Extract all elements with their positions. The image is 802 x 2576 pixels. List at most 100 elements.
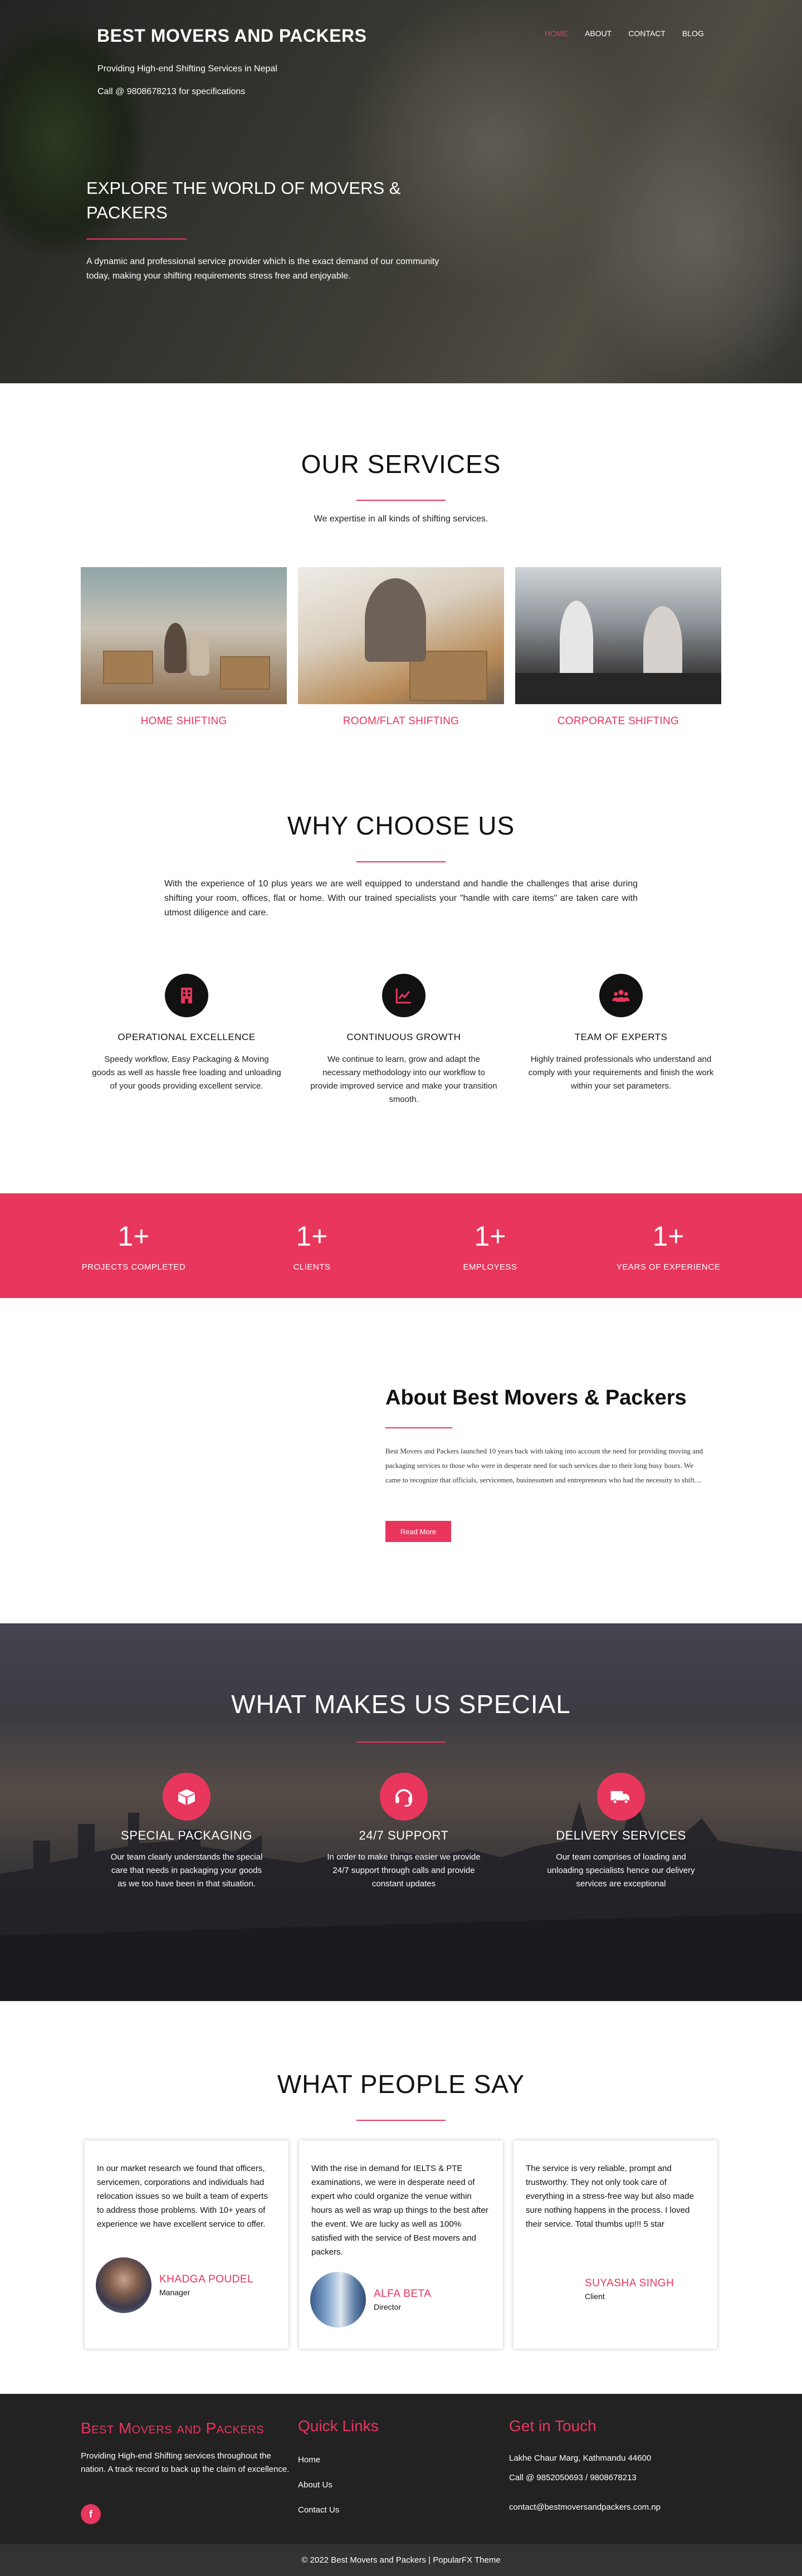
service-image-room: [298, 567, 504, 704]
services-divider: [356, 500, 446, 501]
nav-blog[interactable]: BLOG: [682, 29, 704, 38]
box-icon: [163, 1773, 211, 1821]
about-text: Best Movers and Packers launched 10 year…: [385, 1447, 703, 1484]
footer-email[interactable]: contact@bestmoversandpackers.com.np: [509, 2502, 661, 2512]
why-title: WHY CHOOSE US: [287, 811, 515, 840]
site-title[interactable]: BEST MOVERS AND PACKERS: [97, 26, 366, 46]
special-item-title: DELIVERY SERVICES: [556, 1828, 686, 1842]
read-more-button[interactable]: Read More: [385, 1521, 451, 1542]
chart-line-icon: [382, 974, 426, 1017]
testimonial-card: With the rise in demand for IELTS & PTE …: [299, 2140, 503, 2349]
main-nav: HOME ABOUT CONTACT BLOG: [545, 29, 704, 38]
special-packaging: SPECIAL PACKAGING Our team clearly under…: [84, 1773, 290, 1891]
special-item-title: SPECIAL PACKAGING: [121, 1828, 252, 1842]
stat-label: EMPLOYESS: [463, 1262, 517, 1272]
testimonial-person: SUYASHA SINGH Client: [585, 2277, 674, 2301]
testimonials-divider: [356, 2120, 446, 2121]
hero-divider: [86, 238, 187, 240]
users-icon: [599, 974, 643, 1017]
service-label-home[interactable]: HOME SHIFTING: [81, 715, 287, 728]
person-name: KHADGA POUDEL: [159, 2273, 254, 2285]
service-label-room[interactable]: ROOM/FLAT SHIFTING: [298, 715, 504, 728]
features-grid: OPERATIONAL EXCELLENCE Speedy workflow, …: [84, 974, 724, 1106]
about-title: About Best Movers & Packers: [385, 1386, 687, 1409]
testimonial-text: In our market research we found that off…: [97, 2164, 268, 2229]
stat-projects: 1+ PROJECTS COMPLETED: [61, 1220, 206, 1272]
truck-icon: [597, 1773, 645, 1821]
special-grid: SPECIAL PACKAGING Our team clearly under…: [84, 1773, 724, 1891]
site-phone: Call @ 9808678213 for specifications: [97, 87, 246, 96]
footer-address: Lakhe Chaur Marg, Kathmandu 44600: [509, 2453, 652, 2463]
special-support: 24/7 SUPPORT In order to make things eas…: [301, 1773, 507, 1891]
testimonials-title: WHAT PEOPLE SAY: [277, 2070, 525, 2099]
special-item-text: In order to make things easier we provid…: [327, 1852, 481, 1889]
stat-label: PROJECTS COMPLETED: [81, 1262, 186, 1272]
person-role: Manager: [159, 2288, 190, 2297]
special-title: WHAT MAKES US SPECIAL: [231, 1690, 571, 1719]
stat-label: CLIENTS: [293, 1262, 331, 1272]
service-card-corporate[interactable]: CORPORATE SHIFTING: [515, 567, 721, 728]
feature-growth: CONTINUOUS GROWTH We continue to learn, …: [301, 974, 507, 1106]
nav-home[interactable]: HOME: [545, 29, 568, 38]
services-title: OUR SERVICES: [301, 450, 501, 479]
services-section: OUR SERVICES We expertise in all kinds o…: [0, 383, 802, 773]
site-tagline: Providing High-end Shifting Services in …: [97, 64, 277, 74]
person-role: Client: [585, 2292, 605, 2301]
feature-operational: OPERATIONAL EXCELLENCE Speedy workflow, …: [84, 974, 290, 1106]
service-card-home[interactable]: HOME SHIFTING: [81, 567, 287, 728]
service-label-corporate[interactable]: CORPORATE SHIFTING: [515, 715, 721, 728]
feature-title: TEAM OF EXPERTS: [574, 1032, 668, 1042]
testimonial-text: The service is very reliable, prompt and…: [526, 2164, 694, 2229]
feature-team: TEAM OF EXPERTS Highly trained professio…: [518, 974, 724, 1106]
feature-text: Highly trained professionals who underst…: [528, 1055, 714, 1091]
footer-phones: Call @ 9852050693 / 9808678213: [509, 2473, 637, 2482]
footer-brand: Best Movers and Packers: [81, 2419, 264, 2437]
nav-contact[interactable]: CONTACT: [628, 29, 666, 38]
copyright-bar: © 2022 Best Movers and Packers | Popular…: [0, 2544, 802, 2576]
person-role: Director: [374, 2302, 402, 2311]
testimonial-card: The service is very reliable, prompt and…: [514, 2140, 717, 2349]
building-icon: [165, 974, 208, 1017]
service-image-corporate: [515, 567, 721, 704]
stat-label: YEARS OF EXPERIENCE: [616, 1262, 721, 1272]
special-item-title: 24/7 SUPPORT: [359, 1828, 449, 1842]
hero-section: BEST MOVERS AND PACKERS Providing High-e…: [0, 0, 802, 383]
service-image-home: [81, 567, 287, 704]
testimonials-grid: In our market research we found that off…: [85, 2140, 717, 2349]
about-section: About Best Movers & Packers Best Movers …: [0, 1298, 802, 1623]
facebook-icon[interactable]: f: [81, 2504, 101, 2524]
feature-title: OPERATIONAL EXCELLENCE: [118, 1032, 256, 1042]
feature-text: Speedy workflow, Easy Packaging & Moving…: [92, 1055, 281, 1091]
stat-number: 1+: [652, 1220, 684, 1252]
footer-link-about[interactable]: About Us: [298, 2480, 332, 2490]
person-name: SUYASHA SINGH: [585, 2277, 674, 2289]
testimonial-text: With the rise in demand for IELTS & PTE …: [311, 2164, 488, 2257]
footer: Best Movers and Packers Providing High-e…: [0, 2394, 802, 2544]
stat-clients: 1+ CLIENTS: [239, 1220, 384, 1272]
testimonial-person: KHADGA POUDEL Manager: [96, 2257, 253, 2313]
footer-text: Providing High-end Shifting services thr…: [81, 2451, 290, 2474]
stats-bar: 1+ PROJECTS COMPLETED 1+ CLIENTS 1+ EMPL…: [0, 1193, 802, 1298]
hero-text: A dynamic and professional service provi…: [86, 257, 439, 281]
services-subtitle: We expertise in all kinds of shifting se…: [314, 514, 488, 524]
stat-number: 1+: [118, 1220, 150, 1252]
why-divider: [356, 861, 446, 862]
about-divider: [385, 1427, 452, 1428]
feature-title: CONTINUOUS GROWTH: [346, 1032, 461, 1042]
footer-link-contact[interactable]: Contact Us: [298, 2505, 339, 2515]
testimonial-card: In our market research we found that off…: [85, 2140, 288, 2349]
feature-text: We continue to learn, grow and adapt the…: [310, 1055, 497, 1104]
stat-number: 1+: [474, 1220, 506, 1252]
contact-title: Get in Touch: [509, 2417, 596, 2434]
special-delivery: DELIVERY SERVICES Our team comprises of …: [518, 1773, 724, 1891]
quick-links-title: Quick Links: [298, 2417, 379, 2434]
special-section: WHAT MAKES US SPECIAL SPECIAL PACKAGING …: [0, 1623, 802, 2001]
nav-about[interactable]: ABOUT: [585, 29, 612, 38]
hero-title: EXPLORE THE WORLD OF MOVERS & PACKERS: [86, 178, 401, 222]
footer-link-home[interactable]: Home: [298, 2455, 320, 2465]
avatar: [310, 2272, 366, 2328]
headset-icon: [380, 1773, 428, 1821]
service-card-room[interactable]: ROOM/FLAT SHIFTING: [298, 567, 504, 728]
special-item-text: Our team clearly understands the special…: [110, 1852, 263, 1889]
why-section: WHY CHOOSE US With the experience of 10 …: [0, 773, 802, 1193]
